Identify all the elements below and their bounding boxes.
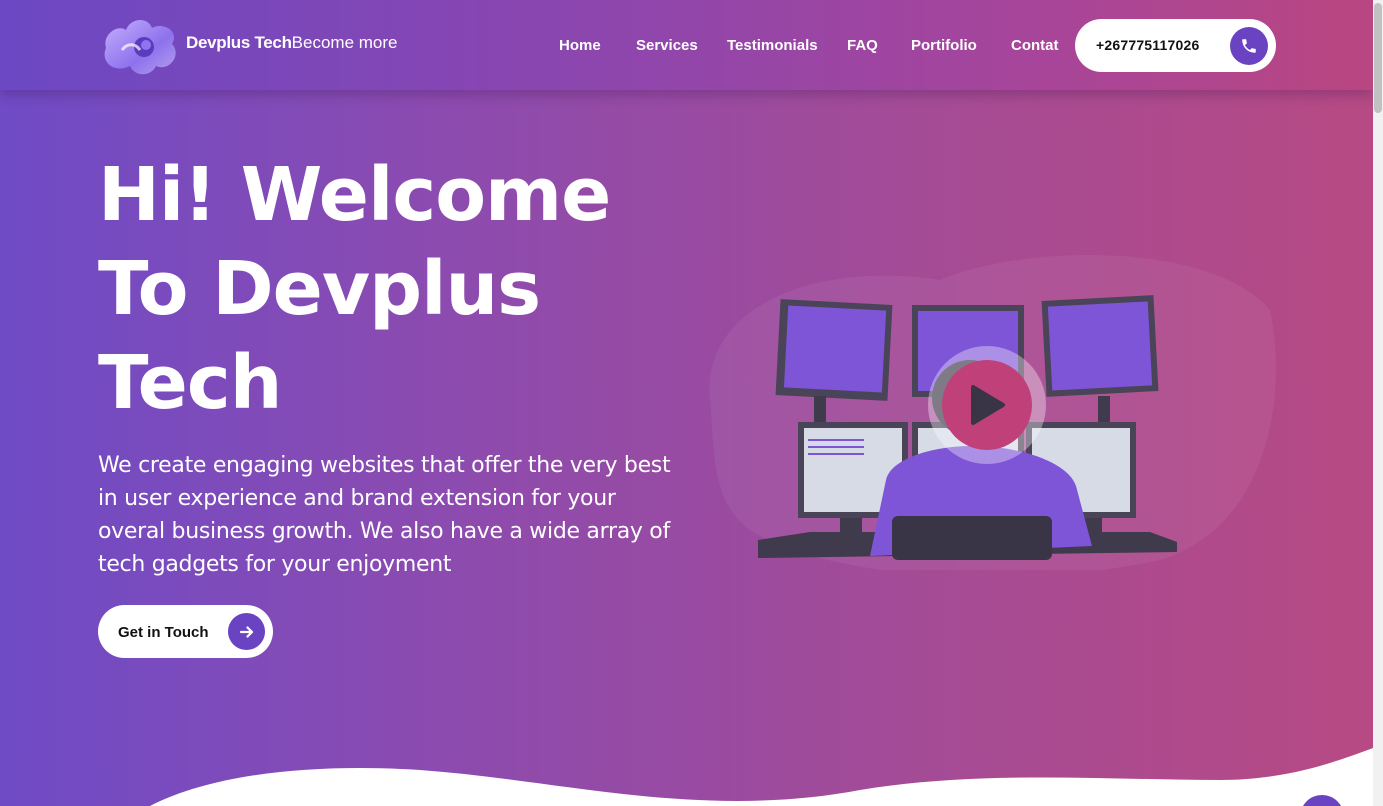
- nav-testimonials[interactable]: Testimonials: [727, 37, 818, 54]
- nav-services[interactable]: Services: [636, 37, 698, 54]
- nav-home[interactable]: Home: [559, 37, 601, 54]
- blob-logo-icon[interactable]: [100, 14, 184, 78]
- phone-contact-pill[interactable]: +267775117026: [1075, 19, 1276, 72]
- hero-description: We create engaging websites that offer t…: [98, 453, 671, 577]
- nav-faq[interactable]: FAQ: [847, 37, 878, 54]
- phone-number[interactable]: +267775117026: [1096, 37, 1199, 53]
- play-video-button[interactable]: [928, 346, 1046, 464]
- scrollbar-thumb[interactable]: [1374, 3, 1382, 113]
- nav-portfolio[interactable]: Portifolio: [911, 37, 977, 54]
- cta-label: Get in Touch: [118, 624, 209, 641]
- nav-contact[interactable]: Contat: [1011, 37, 1059, 54]
- brand-tagline: Become more: [291, 33, 398, 52]
- bottom-wave-divider: [150, 748, 1373, 806]
- hero-title-line-1: Hi! Welcome: [98, 152, 611, 238]
- hero-title-line-2: To Devplus: [98, 246, 541, 332]
- brand-name: Devplus Tech: [186, 33, 292, 52]
- brand-text[interactable]: Devplus TechBecome more: [186, 33, 398, 53]
- hero-section: Devplus TechBecome more Home Services Te…: [0, 0, 1373, 806]
- hero-title: Hi! Welcome To Devplus Tech: [98, 148, 718, 430]
- get-in-touch-button[interactable]: Get in Touch: [98, 605, 273, 658]
- hero-title-line-3: Tech: [98, 340, 282, 426]
- arrow-right-icon: [228, 613, 265, 650]
- page-scrollbar[interactable]: [1373, 0, 1383, 806]
- site-header: Devplus TechBecome more Home Services Te…: [0, 0, 1373, 90]
- play-icon[interactable]: [942, 360, 1032, 450]
- phone-icon[interactable]: [1230, 27, 1268, 65]
